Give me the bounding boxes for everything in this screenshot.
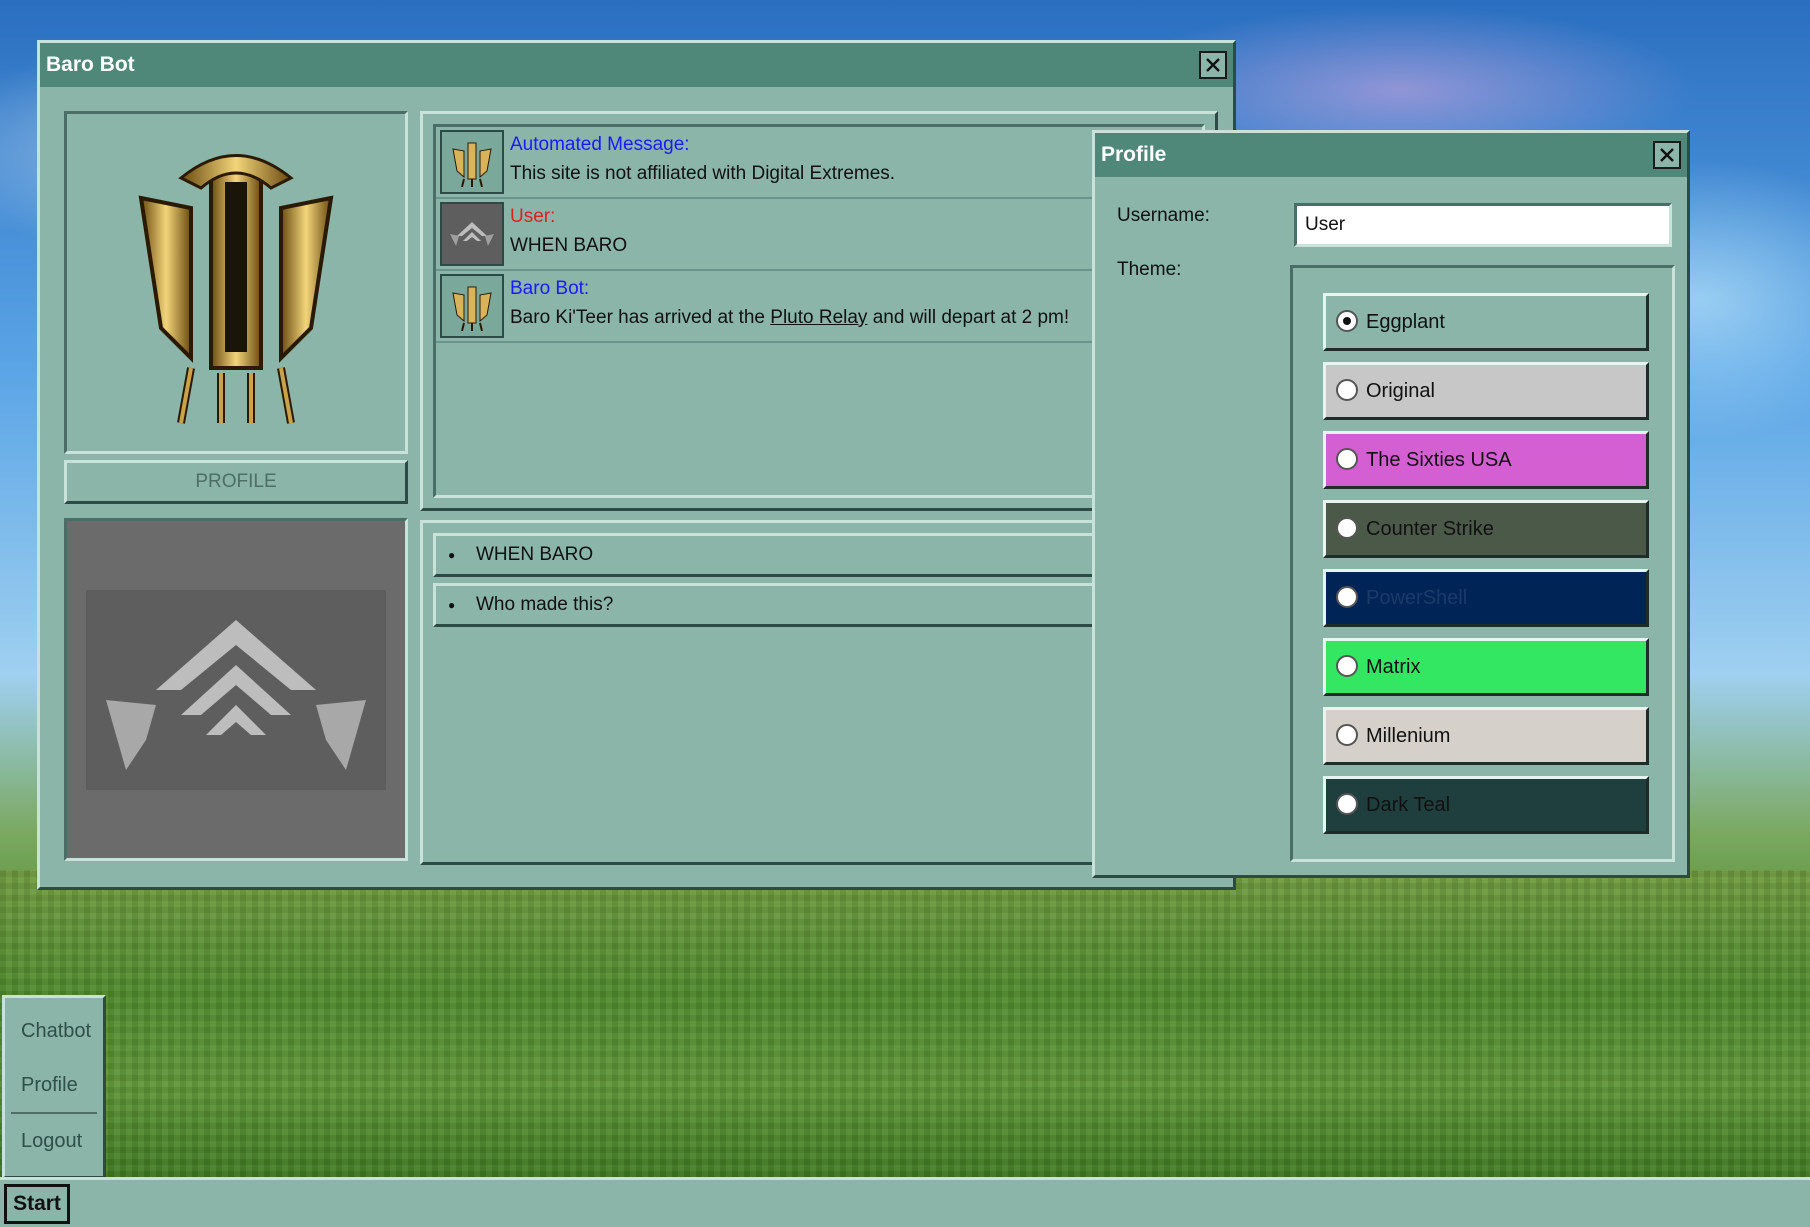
theme-option-label: PowerShell [1366,587,1468,609]
taskbar: Start [0,1177,1810,1227]
theme-option-label: Counter Strike [1366,518,1494,540]
message-text: Baro Ki'Teer has arrived at the Pluto Re… [510,303,1069,332]
pluto-relay-link[interactable]: Pluto Relay [770,307,867,328]
radio-button[interactable] [1336,448,1358,470]
radio-button[interactable] [1336,724,1358,746]
baro-avatar-icon [440,274,504,338]
profile-button-label: PROFILE [195,471,277,492]
message-text: WHEN BARO [510,235,628,256]
theme-option-powershell[interactable]: PowerShell [1323,569,1649,627]
theme-option-label: Dark Teal [1366,794,1451,816]
bot-avatar-panel [64,111,408,454]
message-text: This site is not affiliated with Digital… [510,163,896,184]
baro-emblem-icon [138,153,334,424]
radio-button[interactable] [1336,517,1358,539]
baro-avatar-icon [440,130,504,194]
theme-option-dark-teal[interactable]: Dark Teal [1323,776,1649,834]
radio-button[interactable] [1336,793,1358,815]
profile-window-title: Profile [1101,143,1167,166]
theme-option-label: Eggplant [1366,311,1445,333]
suggestion-when-baro[interactable]: WHEN BARO [433,533,1205,577]
close-icon [1660,148,1674,162]
start-menu: Chatbot Profile Logout [2,995,106,1179]
start-menu-profile[interactable]: Profile [5,1058,103,1112]
chat-window: Baro Bot PROFILE Automated Message: This… [37,40,1236,890]
radio-button[interactable] [1336,379,1358,401]
message-sender: Automated Message: [510,134,690,155]
message-sender: User: [510,206,556,227]
theme-option-sixties-usa[interactable]: The Sixties USA [1323,431,1649,489]
start-menu-logout[interactable]: Logout [5,1114,103,1168]
close-icon [1206,58,1220,72]
lotus-emblem-icon [86,589,386,790]
username-input[interactable] [1294,203,1672,247]
start-button[interactable]: Start [4,1184,70,1224]
theme-label: Theme: [1117,259,1182,280]
username-label: Username: [1117,205,1210,226]
start-button-label: Start [13,1192,61,1215]
theme-option-label: Matrix [1366,656,1421,678]
theme-option-original[interactable]: Original [1323,362,1649,420]
chat-log[interactable]: Automated Message: This site is not affi… [433,124,1205,498]
theme-option-label: The Sixties USA [1366,449,1512,471]
profile-button[interactable]: PROFILE [64,460,408,504]
message-text-part: and will depart at 2 pm! [867,307,1070,328]
theme-option-millenium[interactable]: Millenium [1323,707,1649,765]
desktop-background [0,870,1810,1177]
theme-option-label: Millenium [1366,725,1451,747]
suggestion-who-made-this[interactable]: Who made this? [433,583,1205,627]
message-sender: Baro Bot: [510,278,590,299]
theme-option-eggplant[interactable]: Eggplant [1323,293,1649,351]
message-user: User: WHEN BARO [436,199,1202,271]
profile-window: Profile Username: Theme: Eggplant Origin… [1092,130,1690,878]
chat-window-titlebar[interactable]: Baro Bot [40,43,1233,87]
profile-window-titlebar[interactable]: Profile [1095,133,1687,177]
theme-option-matrix[interactable]: Matrix [1323,638,1649,696]
profile-window-close-button[interactable] [1653,141,1681,169]
chat-window-title: Baro Bot [46,53,135,76]
start-menu-chatbot[interactable]: Chatbot [5,1004,103,1058]
radio-button[interactable] [1336,655,1358,677]
radio-button[interactable] [1336,310,1358,332]
message-text-part: Baro Ki'Teer has arrived at the [510,307,771,328]
theme-option-label: Original [1366,380,1435,402]
theme-list: Eggplant Original The Sixties USA Counte… [1290,265,1675,862]
message-automated: Automated Message: This site is not affi… [436,127,1202,199]
chat-window-close-button[interactable] [1199,51,1227,79]
user-avatar-icon [440,202,504,266]
message-bot: Baro Bot: Baro Ki'Teer has arrived at th… [436,271,1202,343]
user-avatar-panel [64,518,408,861]
radio-button[interactable] [1336,586,1358,608]
theme-option-counter-strike[interactable]: Counter Strike [1323,500,1649,558]
